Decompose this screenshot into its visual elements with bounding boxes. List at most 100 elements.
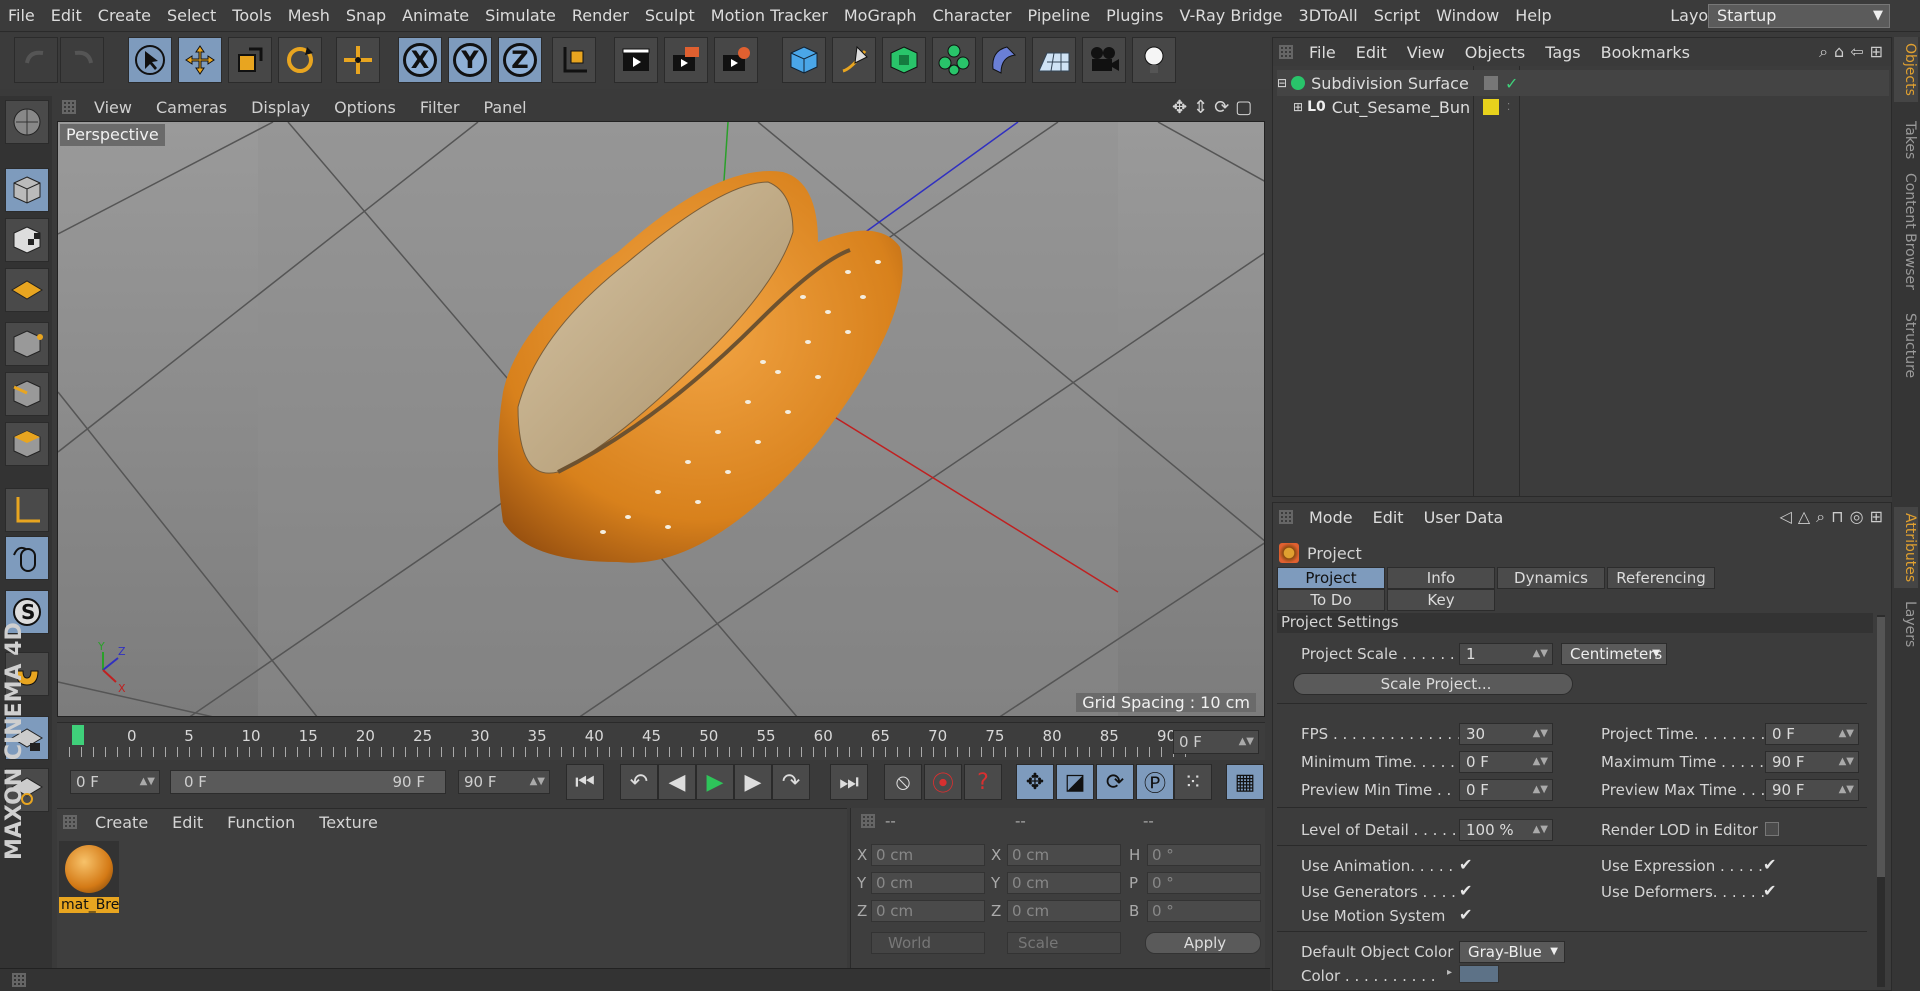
project-scale-field[interactable]: 1 ▲▼ <box>1459 643 1553 665</box>
cube-object-button[interactable] <box>782 37 826 83</box>
model-mode-button[interactable] <box>5 168 49 212</box>
object-row-subdivision-surface[interactable]: ⊟ Subdivision Surface ✓ <box>1277 70 1889 96</box>
subdivision-button[interactable] <box>882 37 926 83</box>
timeline-view-button[interactable]: ▦ <box>1226 764 1264 800</box>
viewport-menu-display[interactable]: Display <box>239 98 322 117</box>
menu-help[interactable]: Help <box>1507 6 1559 25</box>
make-editable-button[interactable] <box>5 100 49 144</box>
rotate-tool-button[interactable] <box>278 37 322 83</box>
object-menu-view[interactable]: View <box>1397 43 1455 62</box>
viewport-menu-options[interactable]: Options <box>322 98 408 117</box>
record-point-level-button[interactable]: ⁙ <box>1174 764 1212 800</box>
tab-attributes[interactable]: Attributes <box>1894 507 1918 589</box>
menu-plugins[interactable]: Plugins <box>1098 6 1171 25</box>
rotation-p-field[interactable]: 0 ° <box>1147 872 1261 894</box>
timeline-ruler[interactable]: 0 5 10 15 20 25 30 35 40 45 50 55 60 65 70 75 80 85 90 0 F… <box>57 722 1265 760</box>
render-settings-button[interactable] <box>714 37 758 83</box>
attribute-menu-user-data[interactable]: User Data <box>1414 508 1514 527</box>
record-parameter-button[interactable]: Ⓟ <box>1136 764 1174 800</box>
go-to-end-button[interactable]: ⏭ <box>830 764 868 800</box>
tab-takes[interactable]: Takes <box>1894 115 1918 165</box>
rotation-h-field[interactable]: 0 ° <box>1147 844 1261 866</box>
search-icon[interactable]: ⌕ <box>1819 42 1828 62</box>
use-motion-system-checkbox[interactable]: ✔ <box>1459 907 1475 923</box>
axis-mode-button[interactable] <box>5 488 49 532</box>
search-icon[interactable]: ⌕ <box>1816 507 1825 527</box>
viewport-menu-filter[interactable]: Filter <box>408 98 472 117</box>
minimum-time-field[interactable]: 0 F ▲▼ <box>1459 751 1553 773</box>
scale-tool-button[interactable] <box>228 37 272 83</box>
previous-keyframe-button[interactable]: ↶ <box>620 764 658 800</box>
size-x-field[interactable]: 0 cm <box>1007 844 1121 866</box>
menu-motion-tracker[interactable]: Motion Tracker <box>703 6 836 25</box>
material-menu-create[interactable]: Create <box>83 813 160 832</box>
object-menu-edit[interactable]: Edit <box>1346 43 1397 62</box>
position-x-field[interactable]: 0 cm <box>871 844 985 866</box>
perspective-viewport[interactable]: Y Z X Perspective Grid Spacing : 10 cm <box>57 121 1265 717</box>
use-generators-checkbox[interactable]: ✔ <box>1459 883 1475 899</box>
menu-window[interactable]: Window <box>1428 6 1507 25</box>
tab-info[interactable]: Info <box>1387 567 1495 589</box>
menu-animate[interactable]: Animate <box>394 6 477 25</box>
scrollbar-thumb[interactable] <box>1877 617 1885 877</box>
go-to-start-button[interactable]: ⏮ <box>566 764 604 800</box>
use-expression-checkbox[interactable]: ✔ <box>1763 857 1779 873</box>
orbit-icon[interactable]: ⟳ <box>1214 97 1229 118</box>
camera-button[interactable] <box>1082 37 1126 83</box>
dolly-icon[interactable]: ⇕ <box>1193 97 1208 118</box>
maximum-time-field[interactable]: 90 F ▲▼ <box>1765 751 1859 773</box>
size-z-field[interactable]: 0 cm <box>1007 900 1121 922</box>
maximize-icon[interactable]: ▢ <box>1235 97 1252 118</box>
live-selection-button[interactable] <box>336 37 380 83</box>
viewport-menu-panel[interactable]: Panel <box>471 98 538 117</box>
coordinate-system-button[interactable] <box>552 37 596 83</box>
tab-structure[interactable]: Structure <box>1894 307 1918 384</box>
color-swatch[interactable] <box>1459 965 1499 983</box>
object-menu-objects[interactable]: Objects <box>1455 43 1535 62</box>
scale-project-button[interactable]: Scale Project... <box>1293 673 1573 695</box>
menu-create[interactable]: Create <box>90 6 159 25</box>
y-axis-button[interactable]: Y <box>448 37 492 83</box>
fps-field[interactable]: 30 ▲▼ <box>1459 723 1553 745</box>
move-tool-button[interactable] <box>178 37 222 83</box>
size-y-field[interactable]: 0 cm <box>1007 872 1121 894</box>
layout-select[interactable]: Startup ▼ <box>1708 4 1890 28</box>
undo-button[interactable] <box>14 37 58 83</box>
render-lod-checkbox[interactable] <box>1765 822 1779 836</box>
record-active-button[interactable]: ⦸ <box>884 764 922 800</box>
layer-swatch[interactable] <box>1483 75 1499 91</box>
use-deformers-checkbox[interactable]: ✔ <box>1763 883 1779 899</box>
arrow-icon[interactable]: ⇦ <box>1850 42 1863 62</box>
scale-units-dropdown[interactable]: Centimeters ▼ <box>1561 643 1667 665</box>
edges-mode-button[interactable] <box>5 372 49 416</box>
autokey-button[interactable]: ⦿ <box>924 764 962 800</box>
lock-icon[interactable]: ⊓ <box>1831 507 1843 527</box>
redo-button[interactable] <box>60 37 104 83</box>
tab-content-browser[interactable]: Content Browser <box>1894 167 1918 296</box>
apply-button[interactable]: Apply <box>1145 932 1261 954</box>
up-arrow-icon[interactable]: △ <box>1798 507 1810 527</box>
menu-select[interactable]: Select <box>159 6 224 25</box>
record-rotation-button[interactable]: ⟳ <box>1096 764 1134 800</box>
menu-edit[interactable]: Edit <box>43 6 90 25</box>
collapse-icon[interactable]: ⊟ <box>1277 76 1287 90</box>
material-menu-edit[interactable]: Edit <box>160 813 215 832</box>
attribute-scrollbar[interactable] <box>1877 615 1885 987</box>
menu-mesh[interactable]: Mesh <box>280 6 338 25</box>
points-mode-button[interactable] <box>5 322 49 366</box>
material-menu-texture[interactable]: Texture <box>307 813 390 832</box>
enabled-check-icon[interactable]: ✓ <box>1505 74 1518 93</box>
menu-3dtoall[interactable]: 3DToAll <box>1291 6 1366 25</box>
object-menu-file[interactable]: File <box>1299 43 1346 62</box>
project-time-field[interactable]: 0 F ▲▼ <box>1765 723 1859 745</box>
object-menu-tags[interactable]: Tags <box>1535 43 1590 62</box>
menu-mograph[interactable]: MoGraph <box>836 6 925 25</box>
level-of-detail-field[interactable]: 100 % ▲▼ <box>1459 819 1553 841</box>
use-animation-checkbox[interactable]: ✔ <box>1459 857 1475 873</box>
deformer-button[interactable] <box>982 37 1026 83</box>
coordinate-mode-dropdown[interactable]: World <box>871 932 985 954</box>
z-axis-button[interactable]: Z <box>498 37 542 83</box>
attribute-menu-mode[interactable]: Mode <box>1299 508 1363 527</box>
polygons-mode-button[interactable] <box>5 422 49 466</box>
expand-arrow-icon[interactable]: ▸ <box>1447 967 1452 978</box>
